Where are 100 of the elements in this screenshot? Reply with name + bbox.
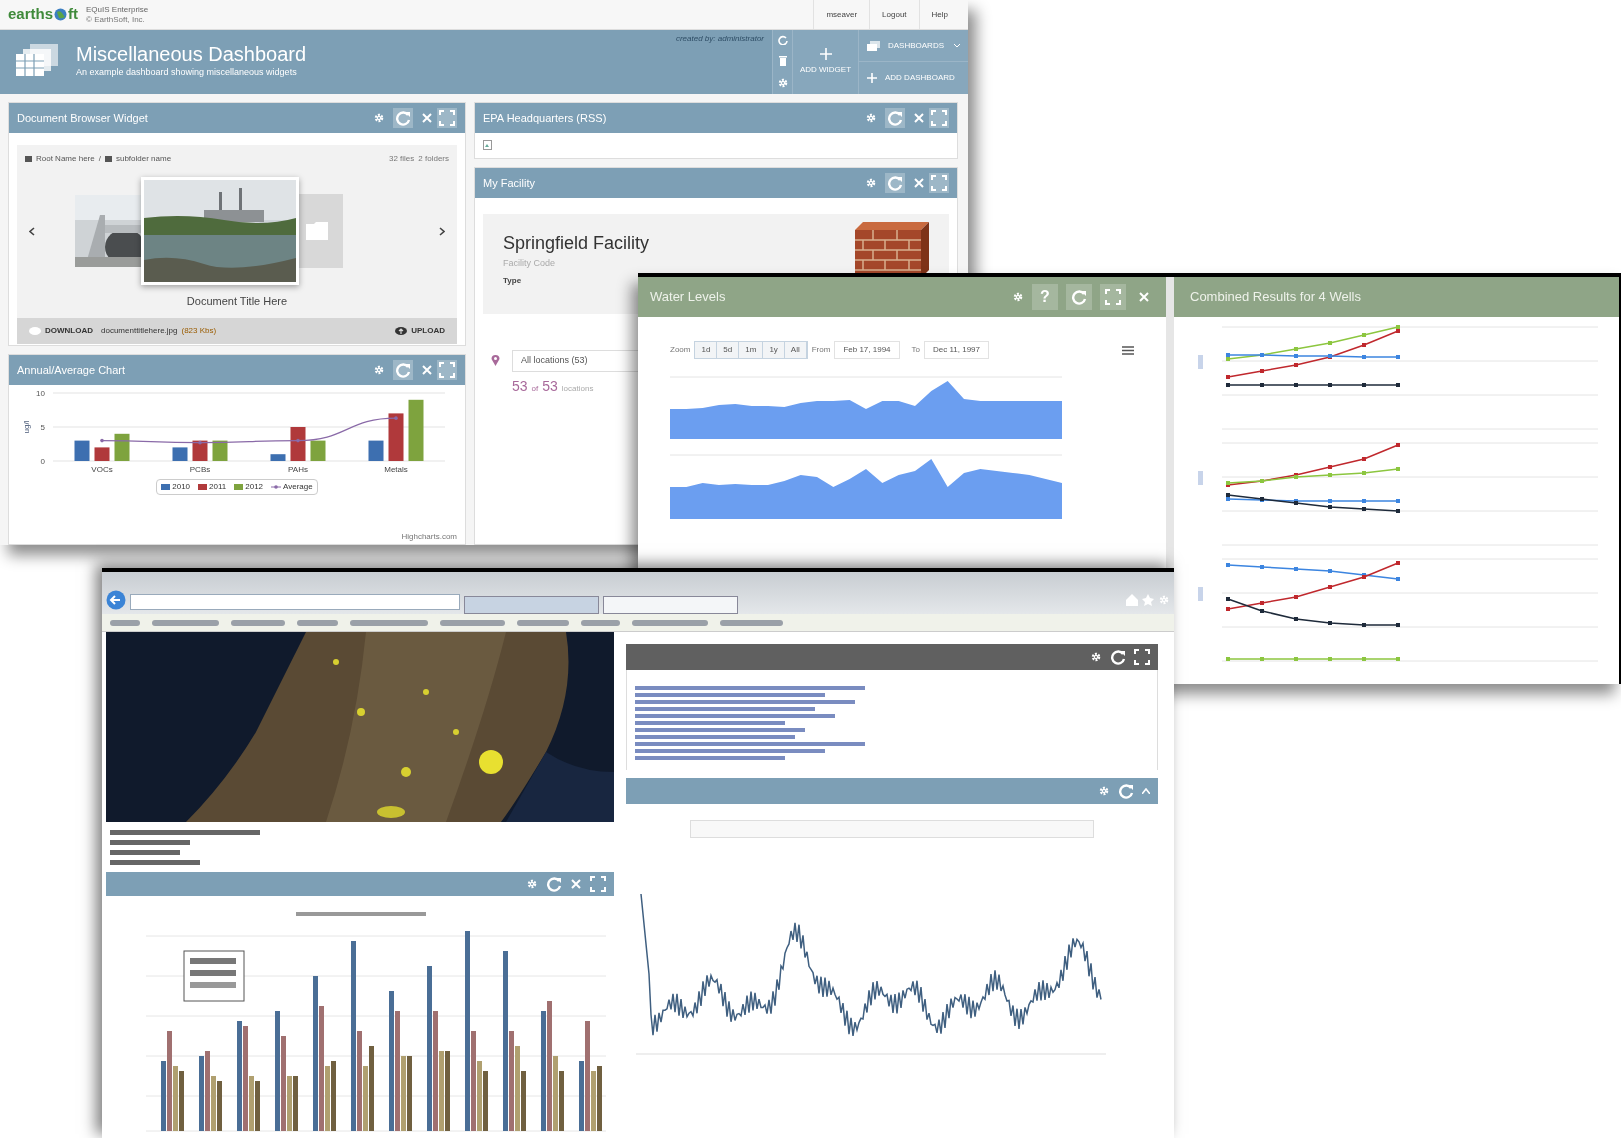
range-button[interactable]: 1m bbox=[739, 342, 764, 358]
expand-icon bbox=[931, 110, 947, 126]
widget-title: My Facility bbox=[483, 175, 536, 191]
chevron-left-icon[interactable] bbox=[29, 226, 35, 236]
folder-icon bbox=[306, 222, 328, 240]
home-icon[interactable] bbox=[1126, 594, 1138, 606]
refresh-button[interactable] bbox=[393, 108, 413, 128]
facility-type: Type bbox=[503, 274, 523, 287]
close-icon[interactable] bbox=[913, 177, 925, 189]
bookmark-item[interactable] bbox=[517, 619, 569, 626]
bar bbox=[368, 440, 384, 461]
axis-tick-label: 5 bbox=[40, 423, 45, 432]
legend-label: Average bbox=[283, 481, 313, 493]
expand-button[interactable] bbox=[1100, 284, 1126, 310]
header-link[interactable]: mseaver bbox=[813, 0, 870, 29]
refresh-icon[interactable] bbox=[1118, 783, 1134, 799]
expand-button[interactable] bbox=[437, 360, 457, 380]
close-icon[interactable] bbox=[570, 878, 582, 890]
browser-tab[interactable] bbox=[464, 596, 599, 614]
expand-button[interactable] bbox=[929, 108, 949, 128]
legend-label: 2010 bbox=[172, 481, 191, 493]
close-icon[interactable] bbox=[421, 112, 433, 124]
browser-tab[interactable] bbox=[603, 596, 738, 614]
breadcrumb-link[interactable]: subfolder name bbox=[115, 153, 172, 165]
bookmark-item[interactable] bbox=[297, 619, 338, 626]
to-date-field[interactable]: Dec 11, 1997 bbox=[924, 341, 989, 359]
refresh-icon[interactable] bbox=[777, 35, 788, 46]
bar bbox=[408, 399, 424, 461]
range-button[interactable]: 5d bbox=[717, 342, 740, 358]
settings-icon[interactable] bbox=[373, 364, 385, 376]
bookmark-item[interactable] bbox=[350, 619, 428, 626]
expand-button[interactable] bbox=[929, 173, 949, 193]
settings-icon[interactable] bbox=[776, 76, 789, 89]
earthsoft-logo: earths ft bbox=[8, 4, 79, 25]
settings-icon[interactable] bbox=[373, 112, 385, 124]
breadcrumb-link[interactable]: Root Name here bbox=[36, 153, 95, 165]
legend-item bbox=[110, 850, 180, 855]
address-bar[interactable] bbox=[130, 594, 460, 610]
settings-icon[interactable] bbox=[865, 112, 877, 124]
location-count: 53 bbox=[512, 377, 528, 396]
bar bbox=[94, 447, 110, 461]
legend-item: 2010 bbox=[161, 481, 191, 493]
product-name: EQuIS Enterprise bbox=[86, 5, 149, 14]
count-word: of bbox=[531, 383, 539, 395]
stacked-windows-icon bbox=[867, 40, 880, 51]
bar bbox=[290, 427, 306, 461]
bar bbox=[310, 440, 326, 461]
legend-swatch bbox=[161, 484, 171, 490]
settings-icon[interactable] bbox=[1098, 785, 1110, 797]
bookmark-item[interactable] bbox=[632, 619, 708, 626]
refresh-button[interactable] bbox=[1066, 284, 1092, 310]
range-button[interactable]: 1d bbox=[695, 342, 718, 358]
bookmark-item[interactable] bbox=[440, 619, 505, 626]
expand-button[interactable] bbox=[437, 108, 457, 128]
close-icon[interactable] bbox=[913, 112, 925, 124]
bookmark-item[interactable] bbox=[720, 619, 783, 626]
chevron-right-icon[interactable] bbox=[439, 226, 445, 236]
stacked-windows-icon bbox=[16, 44, 60, 78]
caret-icon[interactable] bbox=[1142, 788, 1150, 794]
close-icon[interactable] bbox=[421, 364, 433, 376]
bookmark-item[interactable] bbox=[110, 619, 140, 626]
upload-button[interactable]: UPLOAD bbox=[395, 324, 445, 337]
dashboard-subtitle: An example dashboard showing miscellaneous widgets bbox=[76, 66, 298, 79]
refresh-icon bbox=[887, 175, 903, 191]
header-link[interactable]: Logout bbox=[869, 0, 919, 29]
settings-icon[interactable] bbox=[1090, 651, 1102, 663]
header-link[interactable]: Help bbox=[918, 0, 960, 29]
menu-icon[interactable] bbox=[1122, 345, 1134, 355]
expand-icon[interactable] bbox=[590, 876, 606, 892]
settings-icon[interactable] bbox=[526, 878, 538, 890]
refresh-icon[interactable] bbox=[1110, 649, 1126, 665]
legend-swatch bbox=[198, 484, 208, 490]
range-button[interactable]: All bbox=[784, 342, 807, 358]
settings-icon[interactable] bbox=[1012, 291, 1024, 303]
created-by-text: created by: administrator bbox=[675, 33, 764, 45]
refresh-button[interactable] bbox=[885, 173, 905, 193]
chart-credit[interactable]: Highcharts.com bbox=[401, 531, 457, 543]
from-label: From bbox=[811, 344, 831, 356]
close-icon[interactable] bbox=[1138, 291, 1150, 303]
trash-icon[interactable] bbox=[778, 56, 787, 66]
expand-icon[interactable] bbox=[1134, 649, 1150, 665]
refresh-button[interactable] bbox=[885, 108, 905, 128]
bookmark-item[interactable] bbox=[152, 619, 219, 626]
from-date-field[interactable]: Feb 17, 1994 bbox=[834, 341, 900, 359]
refresh-icon[interactable] bbox=[546, 876, 562, 892]
globe-icon bbox=[54, 8, 68, 21]
range-button[interactable]: 1y bbox=[763, 342, 785, 358]
star-icon[interactable] bbox=[1142, 594, 1154, 606]
legend-item: Average bbox=[271, 481, 313, 493]
broken-image-icon bbox=[483, 140, 492, 150]
bookmark-item[interactable] bbox=[581, 619, 620, 626]
refresh-icon bbox=[395, 110, 411, 126]
bar bbox=[172, 447, 188, 461]
widget-title: Combined Results for 4 Wells bbox=[1190, 288, 1361, 307]
refresh-button[interactable] bbox=[393, 360, 413, 380]
zoom-label: Zoom bbox=[670, 344, 691, 356]
legend-item: 2011 bbox=[198, 481, 227, 493]
settings-icon[interactable] bbox=[865, 177, 877, 189]
download-button[interactable]: DOWNLOAD bbox=[29, 324, 93, 337]
bookmark-item[interactable] bbox=[231, 619, 285, 626]
